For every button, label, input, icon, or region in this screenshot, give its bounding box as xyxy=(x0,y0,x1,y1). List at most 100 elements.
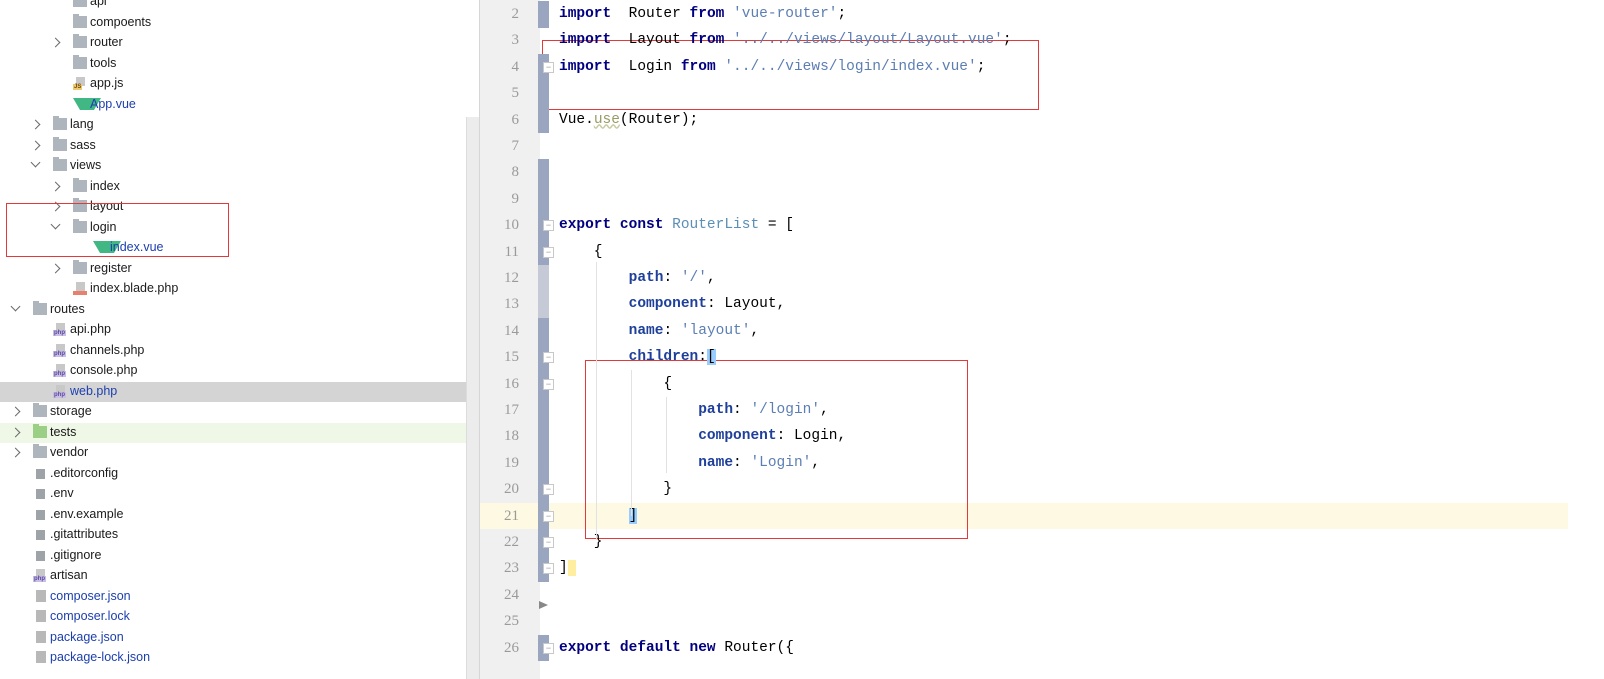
php-file-icon: php xyxy=(53,384,67,398)
annotation-box-login-folder xyxy=(6,203,229,257)
tree-item-lang[interactable]: lang xyxy=(0,115,478,136)
token-prop: children xyxy=(628,349,699,366)
code-line: import Layout from '../../views/layout/L… xyxy=(559,27,1012,53)
fold-icon[interactable]: − xyxy=(543,484,554,496)
chevron-right-icon[interactable] xyxy=(50,37,61,48)
chevron-right-icon[interactable] xyxy=(10,406,21,417)
folder-icon xyxy=(73,13,87,28)
fold-icon[interactable]: − xyxy=(543,537,554,548)
fold-icon[interactable]: − xyxy=(543,510,554,522)
tree-item-tools[interactable]: tools xyxy=(0,54,478,75)
token: (Router); xyxy=(619,111,699,128)
code-line: ] xyxy=(559,503,638,529)
token-kw: export const xyxy=(559,217,664,234)
tree-item-web-php[interactable]: php web.php xyxy=(0,381,478,402)
token: Layout xyxy=(611,32,690,49)
change-marker[interactable] xyxy=(538,449,549,477)
token-prop: name xyxy=(698,454,734,471)
fold-icon[interactable]: − xyxy=(543,246,554,258)
token: ; xyxy=(837,6,847,22)
change-marker[interactable] xyxy=(538,317,549,345)
chevron-right-icon[interactable] xyxy=(50,263,61,273)
tree-item-views[interactable]: views xyxy=(0,156,478,177)
tree-item-vendor[interactable]: vendor xyxy=(0,443,478,464)
fold-icon[interactable]: − xyxy=(543,61,554,73)
chevron-right-icon[interactable] xyxy=(10,427,21,437)
tree-item-channels-php[interactable]: php channels.php xyxy=(0,341,478,362)
line-number: 2 xyxy=(511,6,520,22)
change-marker[interactable] xyxy=(538,291,549,319)
tree-item-routes[interactable]: routes xyxy=(0,300,478,321)
php-file-icon: php xyxy=(53,343,67,357)
change-marker[interactable] xyxy=(538,80,549,108)
tree-item-index[interactable]: index xyxy=(0,177,478,198)
code-line: } xyxy=(559,476,672,502)
line-number: 18 xyxy=(504,428,519,445)
change-marker[interactable] xyxy=(538,185,549,213)
line-number: 7 xyxy=(511,138,520,154)
tree-item-artisan[interactable]: php artisan xyxy=(0,566,478,587)
chevron-down-icon[interactable] xyxy=(10,301,21,311)
tree-item-app-js[interactable]: JS app.js xyxy=(0,74,478,95)
token-kw: import xyxy=(559,32,612,49)
token: : Login, xyxy=(776,428,847,445)
tree-scrollbar[interactable] xyxy=(466,117,479,679)
chevron-right-icon[interactable] xyxy=(50,181,61,191)
fold-icon[interactable]: − xyxy=(543,352,554,364)
change-marker[interactable] xyxy=(538,265,549,292)
fold-icon[interactable]: − xyxy=(543,220,554,232)
tree-item-package-lock-json[interactable]: package-lock.json xyxy=(0,648,478,669)
tree-item-register[interactable]: register xyxy=(0,259,478,280)
token: Login xyxy=(611,58,681,75)
tree-item-gitignore[interactable]: .gitignore xyxy=(0,546,478,567)
token: { xyxy=(559,243,603,260)
chevron-right-icon[interactable] xyxy=(10,447,21,458)
code-line: path: '/', xyxy=(559,265,716,291)
line-number: 20 xyxy=(504,481,519,498)
tree-item-env-example[interactable]: .env.example xyxy=(0,505,478,526)
tree-item-api-php[interactable]: php api.php xyxy=(0,320,478,341)
token: , xyxy=(820,402,829,418)
tree-item-compoents[interactable]: compoents xyxy=(0,13,478,34)
chevron-right-icon[interactable] xyxy=(30,119,41,130)
tree-item-composer-lock[interactable]: composer.lock xyxy=(0,607,478,628)
token-kw: from xyxy=(680,58,716,75)
json-file-icon xyxy=(33,589,47,602)
folder-icon xyxy=(73,259,87,274)
change-marker[interactable] xyxy=(538,1,549,28)
tree-item-label: artisan xyxy=(50,568,88,582)
token: Router({ xyxy=(715,639,794,656)
fold-icon[interactable]: − xyxy=(543,642,554,654)
fold-arrow-icon[interactable] xyxy=(539,601,548,609)
tree-item-api[interactable]: api xyxy=(0,0,478,13)
tree-item-console-php[interactable]: php console.php xyxy=(0,361,478,382)
tree-item-router[interactable]: router xyxy=(0,33,478,54)
tree-item-composer-json[interactable]: composer.json xyxy=(0,587,478,608)
tree-item-package-json[interactable]: package.json xyxy=(0,628,478,649)
tree-item-gitattributes[interactable]: .gitattributes xyxy=(0,525,478,546)
text-file-icon xyxy=(33,487,47,499)
json-file-icon xyxy=(33,630,47,643)
tree-item-storage[interactable]: storage xyxy=(0,402,478,423)
fold-icon[interactable]: − xyxy=(543,378,554,390)
tree-item-editorconfig[interactable]: .editorconfig xyxy=(0,464,478,485)
change-marker[interactable] xyxy=(538,423,549,451)
tree-item-tests[interactable]: tests xyxy=(0,422,478,443)
tree-item-label: channels.php xyxy=(70,342,145,357)
fold-icon[interactable]: − xyxy=(543,563,554,575)
change-marker[interactable] xyxy=(538,159,549,187)
tree-item-label: console.php xyxy=(70,363,138,377)
change-marker[interactable] xyxy=(538,397,549,424)
json-file-icon xyxy=(33,610,47,622)
change-marker[interactable] xyxy=(538,106,549,134)
code-line: name: 'layout', xyxy=(559,318,760,344)
tree-item-app-vue[interactable]: App.vue xyxy=(0,95,478,116)
code-line: component: Layout, xyxy=(559,291,786,317)
tree-item-sass[interactable]: sass xyxy=(0,136,478,157)
chevron-down-icon[interactable] xyxy=(30,157,41,168)
tree-item-index-blade-php[interactable]: index.blade.php xyxy=(0,279,478,300)
tree-item-label: .env.example xyxy=(50,506,124,521)
chevron-right-icon[interactable] xyxy=(30,140,41,150)
tree-item-env[interactable]: .env xyxy=(0,484,478,505)
